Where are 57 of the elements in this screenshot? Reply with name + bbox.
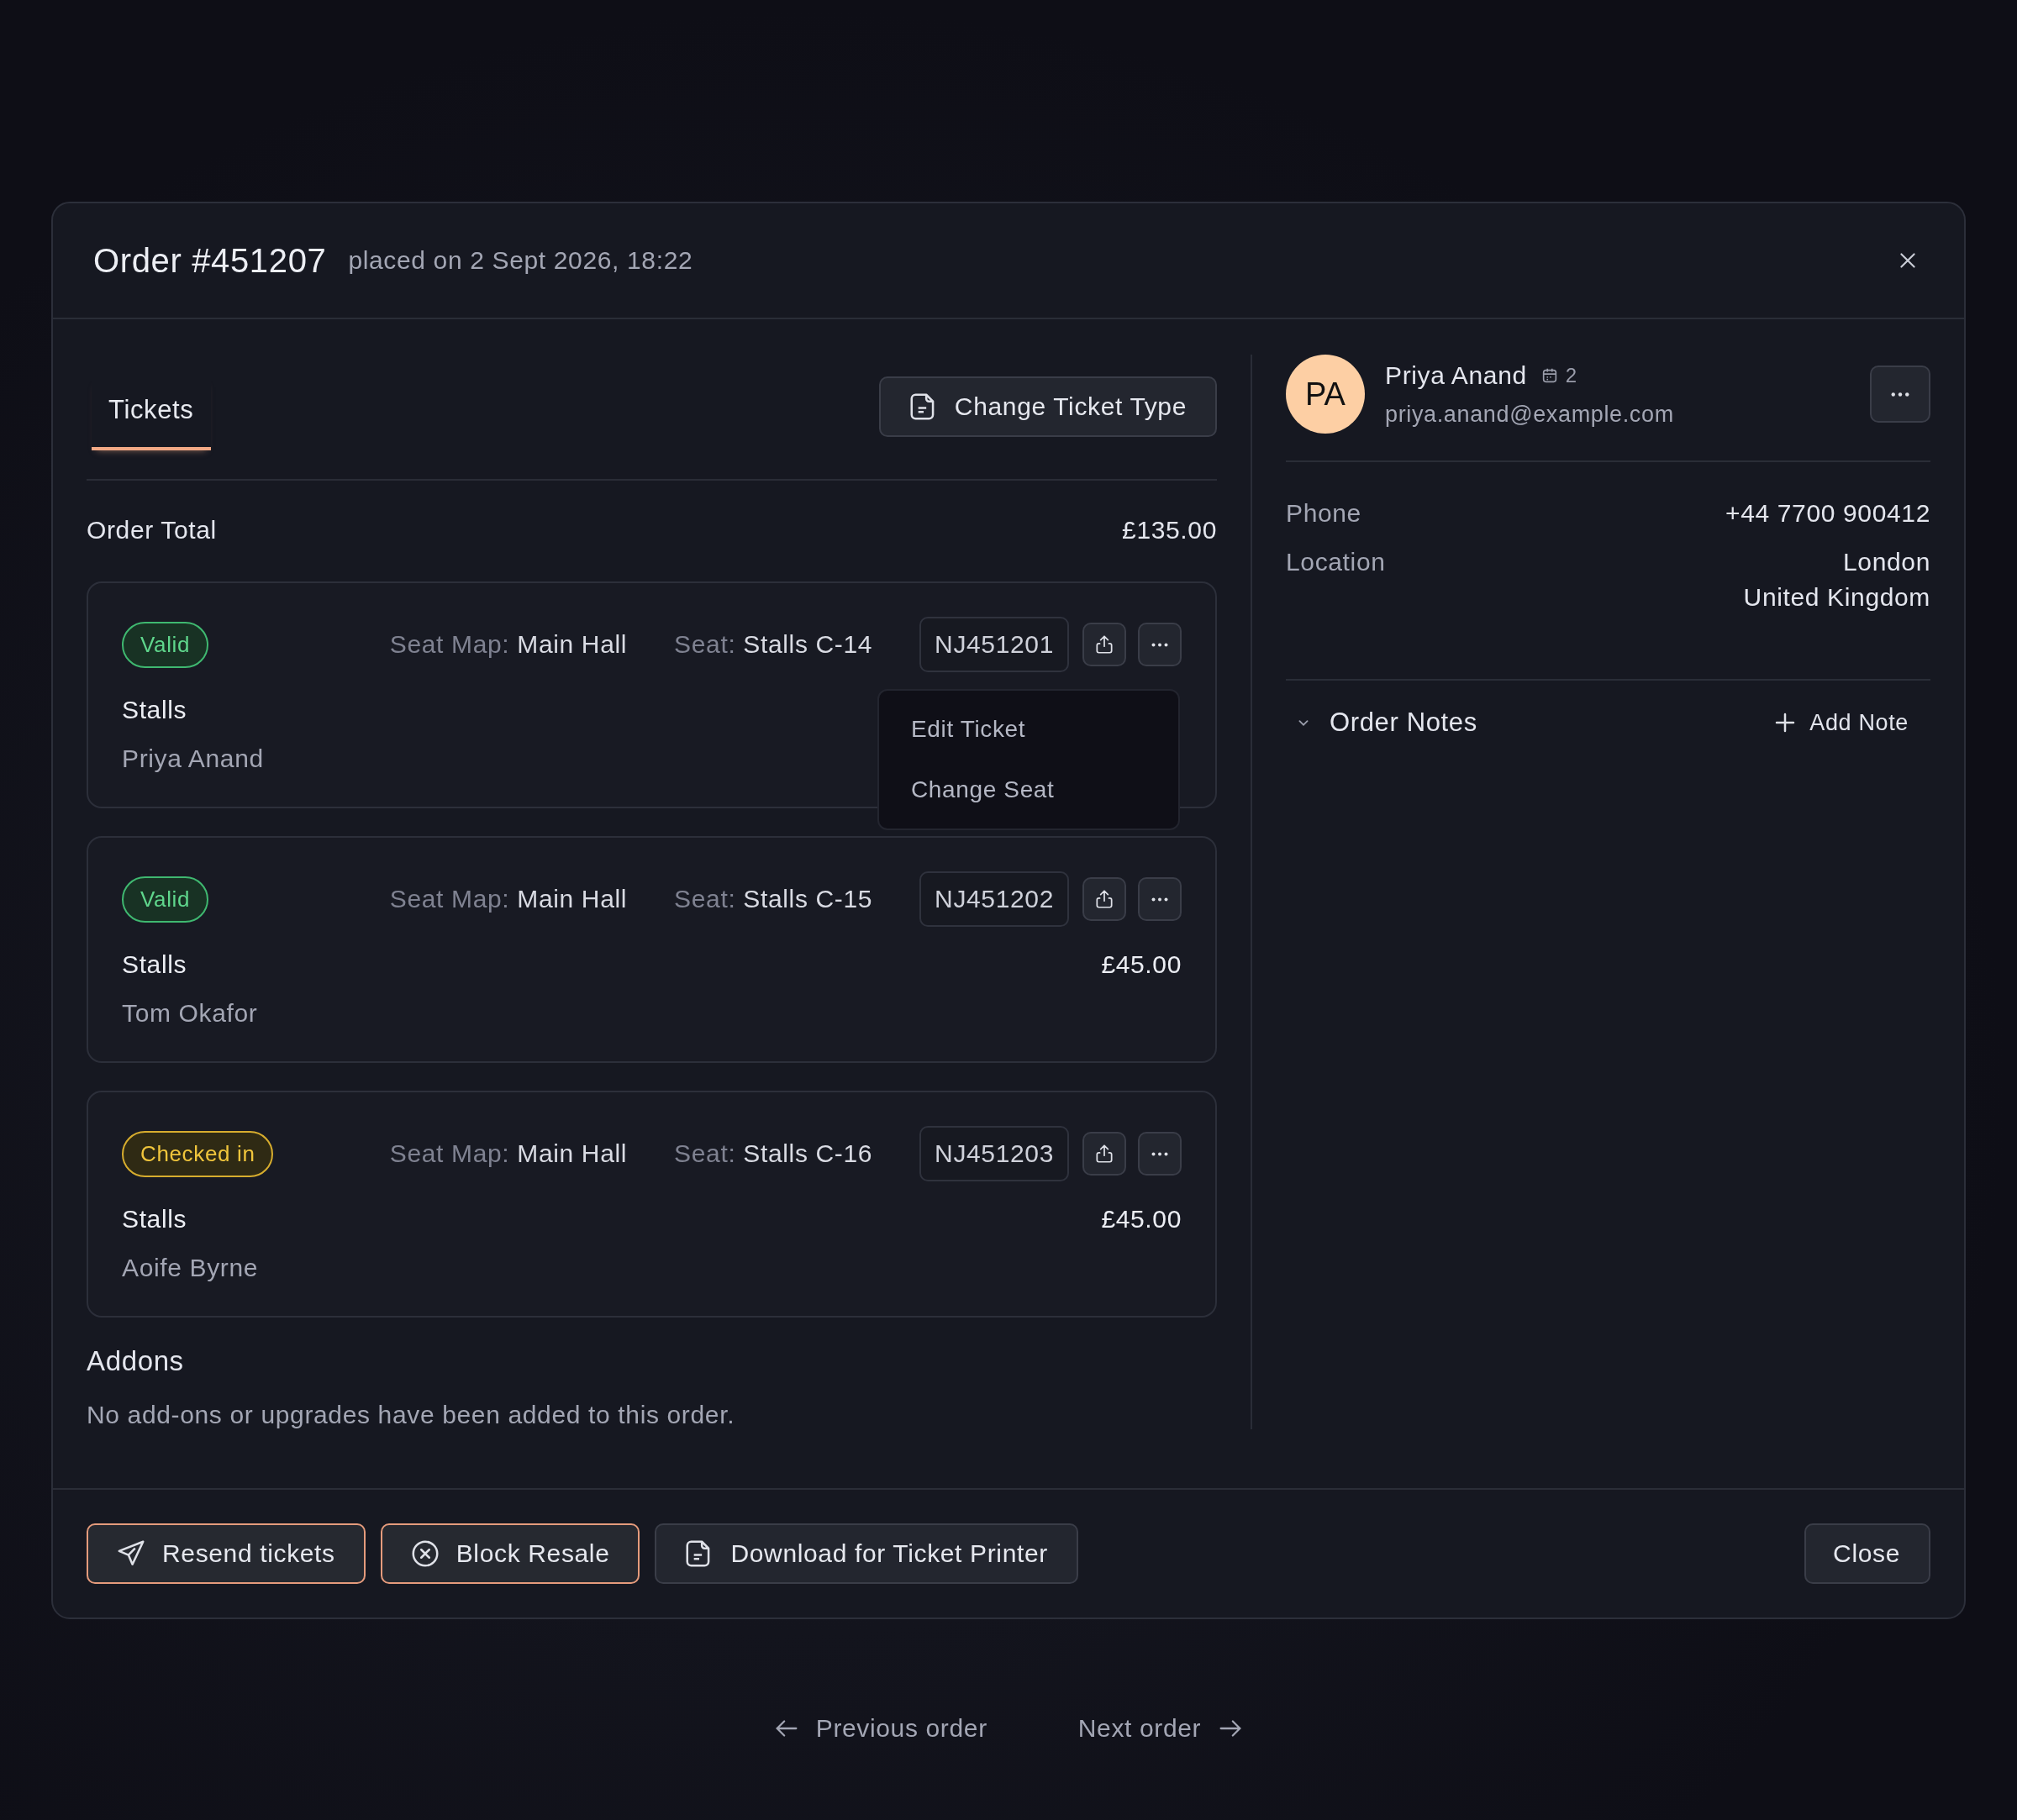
more-icon	[1151, 1151, 1168, 1156]
share-button[interactable]	[1082, 623, 1126, 666]
status-badge: Checked in	[122, 1130, 274, 1177]
ticket-type: Stalls	[122, 696, 187, 724]
detail-label: Phone	[1286, 499, 1361, 528]
share-icon	[1093, 634, 1115, 655]
more-icon	[1891, 392, 1909, 397]
ticket-code: NJ451203	[919, 1126, 1069, 1181]
order-total-label: Order Total	[87, 516, 217, 544]
tab[interactable]: Tickets	[92, 376, 211, 450]
seat-text: Seat: Stalls C-16	[674, 1139, 873, 1168]
seat-map-text: Seat Map: Main Hall	[389, 1139, 628, 1168]
detail-value: United Kingdom	[1743, 583, 1930, 612]
more-icon	[1151, 897, 1168, 902]
detail-label: Location	[1286, 548, 1386, 577]
add-note-button[interactable]: Add Note	[1767, 708, 1914, 737]
detail-value: +44 7700 900412	[1725, 499, 1930, 528]
close-button[interactable]: Close	[1804, 1523, 1930, 1584]
order-date: placed on 2 Sept 2026, 18:22	[348, 246, 693, 275]
ticket-holder: Tom Okafor	[122, 999, 259, 1028]
share-button[interactable]	[1082, 1132, 1126, 1176]
addons-heading: Addons	[87, 1345, 185, 1377]
action-button[interactable]: Block Resale	[380, 1523, 640, 1584]
ticket-price: £45.00	[1101, 950, 1182, 979]
detail-value: London	[1843, 548, 1930, 576]
addons-message: No add-ons or upgrades have been added to this order.	[87, 1401, 736, 1429]
ticket-code: NJ451202	[919, 871, 1069, 927]
ticket-holder: Priya Anand	[122, 744, 265, 773]
action-button[interactable]: Download for Ticket Printer	[655, 1523, 1078, 1584]
order-count: 2	[1565, 363, 1577, 387]
status-badge: Valid	[122, 876, 209, 923]
order-total-value: £135.00	[1122, 516, 1217, 544]
customer-name: Priya Anand	[1385, 360, 1527, 390]
action-button[interactable]: Resend tickets	[87, 1523, 366, 1584]
seat-text: Seat: Stalls C-15	[674, 885, 873, 913]
ticket-holder: Aoife Byrne	[122, 1254, 260, 1282]
ticket-type: Stalls	[122, 950, 187, 979]
share-icon	[1093, 1143, 1115, 1165]
avatar: PA	[1286, 355, 1365, 434]
menu-item[interactable]: Edit Ticket	[879, 699, 1178, 760]
menu-item[interactable]: Change Seat	[879, 760, 1178, 820]
change-ticket-type-button[interactable]: Change Ticket Type	[878, 376, 1217, 437]
next-order-link[interactable]: Next order	[1072, 1713, 1251, 1744]
dialog-title: Order #451207	[93, 241, 327, 280]
ticket-type: Stalls	[122, 1205, 187, 1233]
share-icon	[1093, 888, 1115, 910]
more-icon	[1151, 642, 1168, 647]
status-badge: Valid	[122, 621, 209, 668]
ticket-code: NJ451201	[919, 617, 1069, 672]
seat-map-text: Seat Map: Main Hall	[389, 885, 628, 913]
share-button[interactable]	[1082, 877, 1126, 921]
seat-text: Seat: Stalls C-14	[674, 630, 873, 659]
previous-order-link[interactable]: Previous order	[766, 1713, 993, 1744]
order-notes-heading: Order Notes	[1330, 707, 1477, 738]
customer-email: priya.anand@example.com	[1385, 401, 1675, 428]
ticket-price: £45.00	[1101, 1205, 1182, 1233]
seat-map-text: Seat Map: Main Hall	[389, 630, 628, 659]
